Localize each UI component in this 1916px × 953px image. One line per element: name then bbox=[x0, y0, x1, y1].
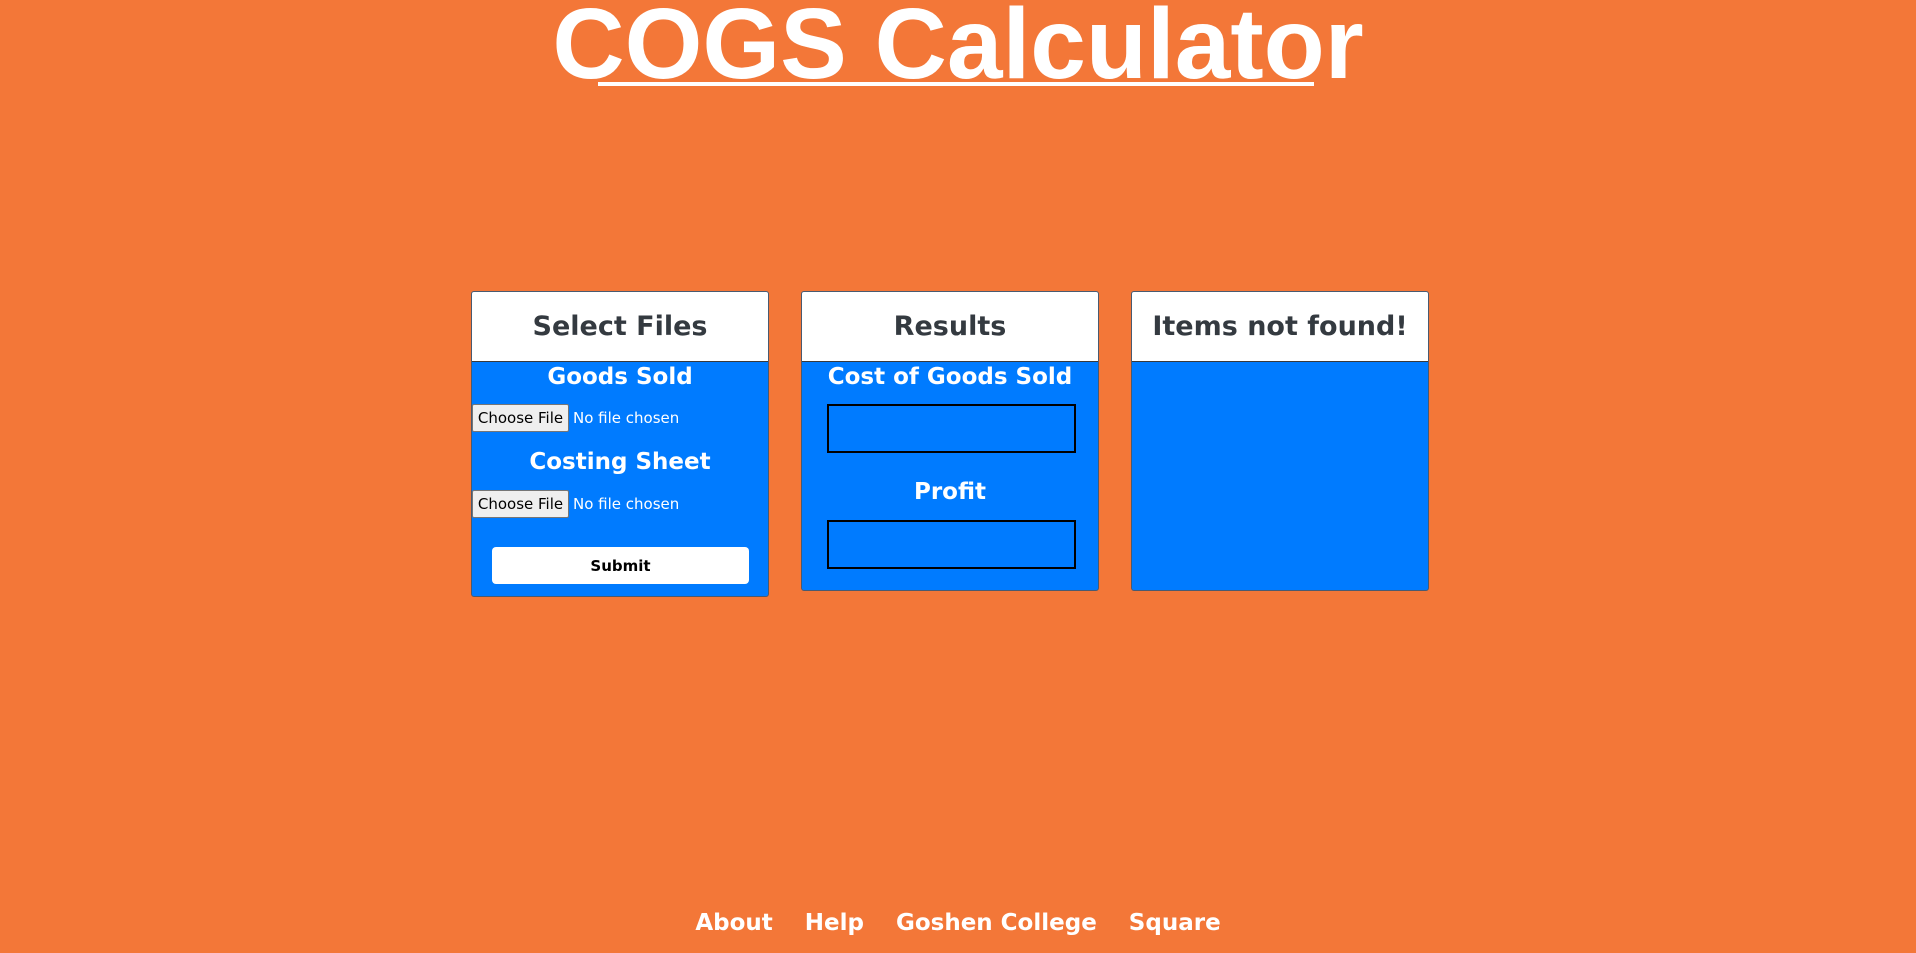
footer-link-about[interactable]: About bbox=[695, 910, 772, 936]
footer-link-goshen-college[interactable]: Goshen College bbox=[896, 910, 1097, 936]
title-underline bbox=[598, 82, 1314, 86]
items-not-found-card: Items not found! bbox=[1131, 291, 1429, 591]
costing-sheet-label: Costing Sheet bbox=[529, 449, 711, 475]
goods-sold-file-input[interactable]: Choose File No file chosen bbox=[472, 404, 679, 432]
results-card: Results Cost of Goods Sold Profit bbox=[801, 291, 1099, 591]
footer-nav: About Help Goshen College Square bbox=[0, 910, 1916, 936]
profit-output bbox=[827, 520, 1076, 569]
goods-sold-file-status: No file chosen bbox=[573, 409, 680, 427]
page-title: COGS Calculator bbox=[552, 0, 1364, 100]
select-files-card: Select Files Goods Sold Choose File No f… bbox=[471, 291, 769, 597]
costing-sheet-choose-file-button[interactable]: Choose File bbox=[472, 490, 569, 518]
goods-sold-label: Goods Sold bbox=[547, 364, 693, 390]
items-not-found-heading: Items not found! bbox=[1132, 292, 1428, 362]
results-heading: Results bbox=[802, 292, 1098, 362]
cogs-label: Cost of Goods Sold bbox=[827, 364, 1073, 390]
submit-button[interactable]: Submit bbox=[492, 547, 749, 584]
footer-link-square[interactable]: Square bbox=[1129, 910, 1221, 936]
footer-link-help[interactable]: Help bbox=[805, 910, 864, 936]
goods-sold-choose-file-button[interactable]: Choose File bbox=[472, 404, 569, 432]
costing-sheet-file-input[interactable]: Choose File No file chosen bbox=[472, 490, 679, 518]
profit-label: Profit bbox=[913, 479, 987, 505]
costing-sheet-file-status: No file chosen bbox=[573, 495, 680, 513]
cogs-output bbox=[827, 404, 1076, 453]
select-files-heading: Select Files bbox=[472, 292, 768, 362]
